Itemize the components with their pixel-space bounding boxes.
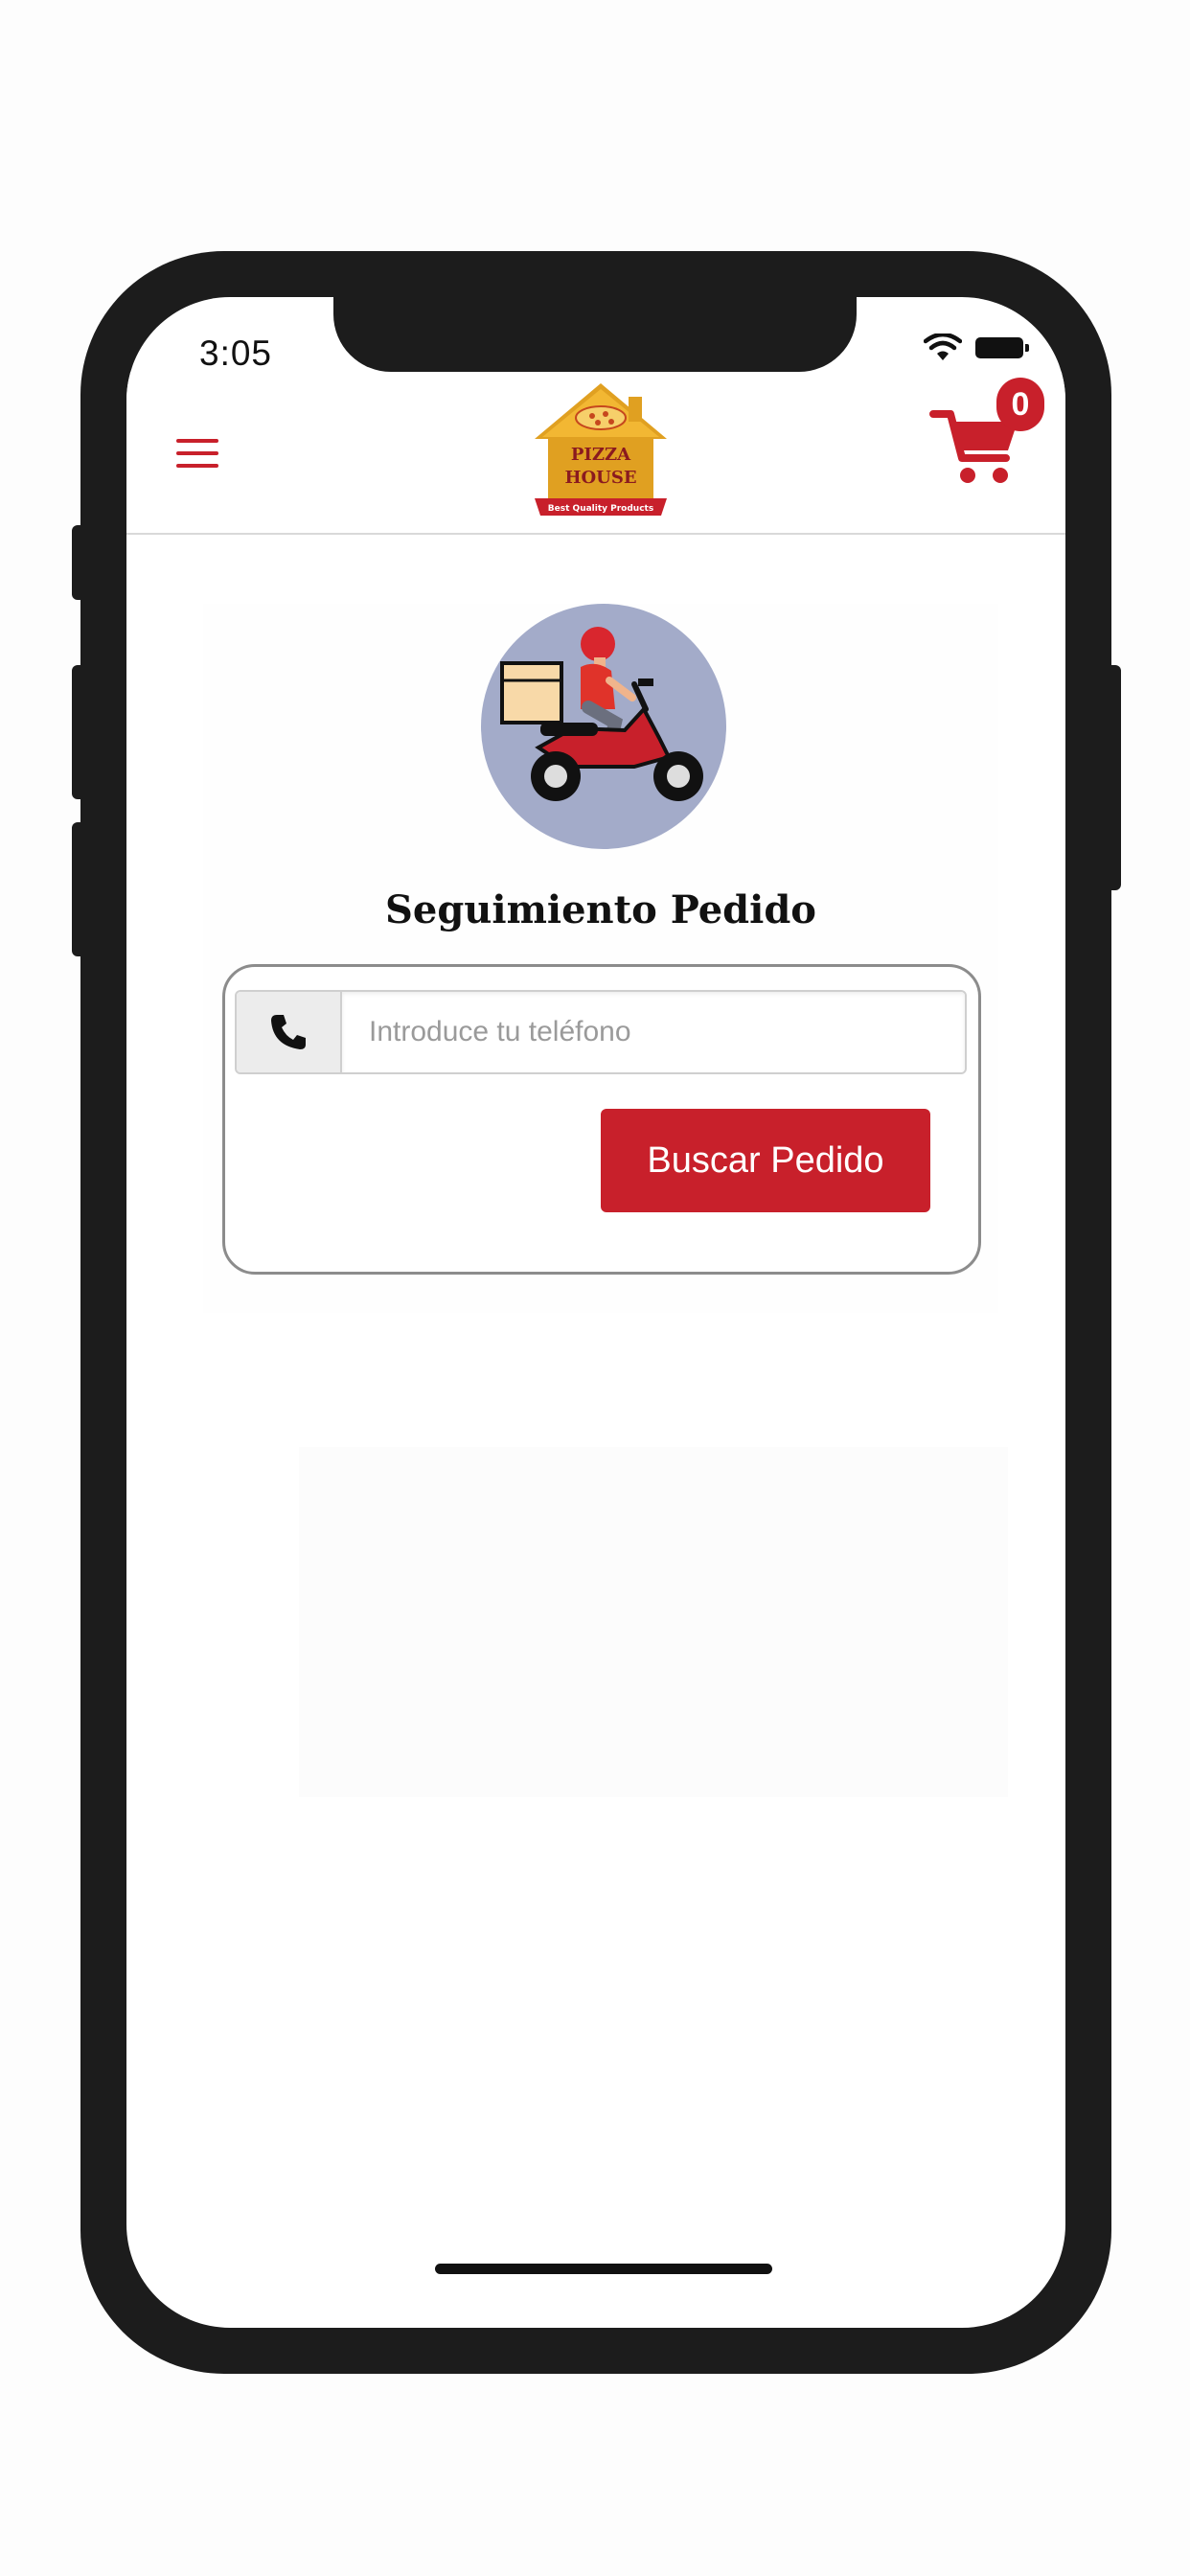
- hamburger-menu-icon[interactable]: [176, 439, 218, 470]
- phone-input[interactable]: [342, 992, 965, 1072]
- phone-input-group: [235, 990, 967, 1074]
- empty-results-area: [299, 1447, 1008, 1797]
- search-order-button[interactable]: Buscar Pedido: [601, 1109, 930, 1212]
- logo-tagline: Best Quality Products: [548, 504, 653, 514]
- logo-line1: PIZZA: [571, 445, 631, 465]
- logo-line2: HOUSE: [564, 468, 636, 488]
- wifi-icon: [924, 334, 962, 360]
- notch: [333, 297, 857, 372]
- phone-screen: 3:05 PIZZA HOUSE Best Quality Products 0…: [126, 297, 1065, 2328]
- status-icons: [924, 334, 1029, 362]
- phone-addon: [237, 992, 342, 1072]
- phone-frame: 3:05 PIZZA HOUSE Best Quality Products 0…: [80, 251, 1111, 2374]
- status-time: 3:05: [199, 334, 273, 373]
- cart-button[interactable]: 0: [929, 378, 1044, 483]
- order-tracking-card: Seguimiento Pedido Buscar Pedido: [203, 604, 998, 1313]
- home-indicator[interactable]: [435, 2264, 772, 2274]
- phone-icon: [271, 1015, 306, 1049]
- cart-count-badge: 0: [996, 378, 1044, 431]
- battery-icon: [975, 337, 1029, 358]
- page-title: Seguimiento Pedido: [385, 887, 816, 932]
- page: 3:05 PIZZA HOUSE Best Quality Products 0…: [0, 0, 1190, 2576]
- tracking-form: Buscar Pedido: [222, 964, 981, 1275]
- pizza-house-logo: PIZZA HOUSE Best Quality Products: [535, 383, 667, 516]
- app-header: PIZZA HOUSE Best Quality Products 0: [126, 372, 1065, 535]
- delivery-scooter-icon: [481, 604, 726, 849]
